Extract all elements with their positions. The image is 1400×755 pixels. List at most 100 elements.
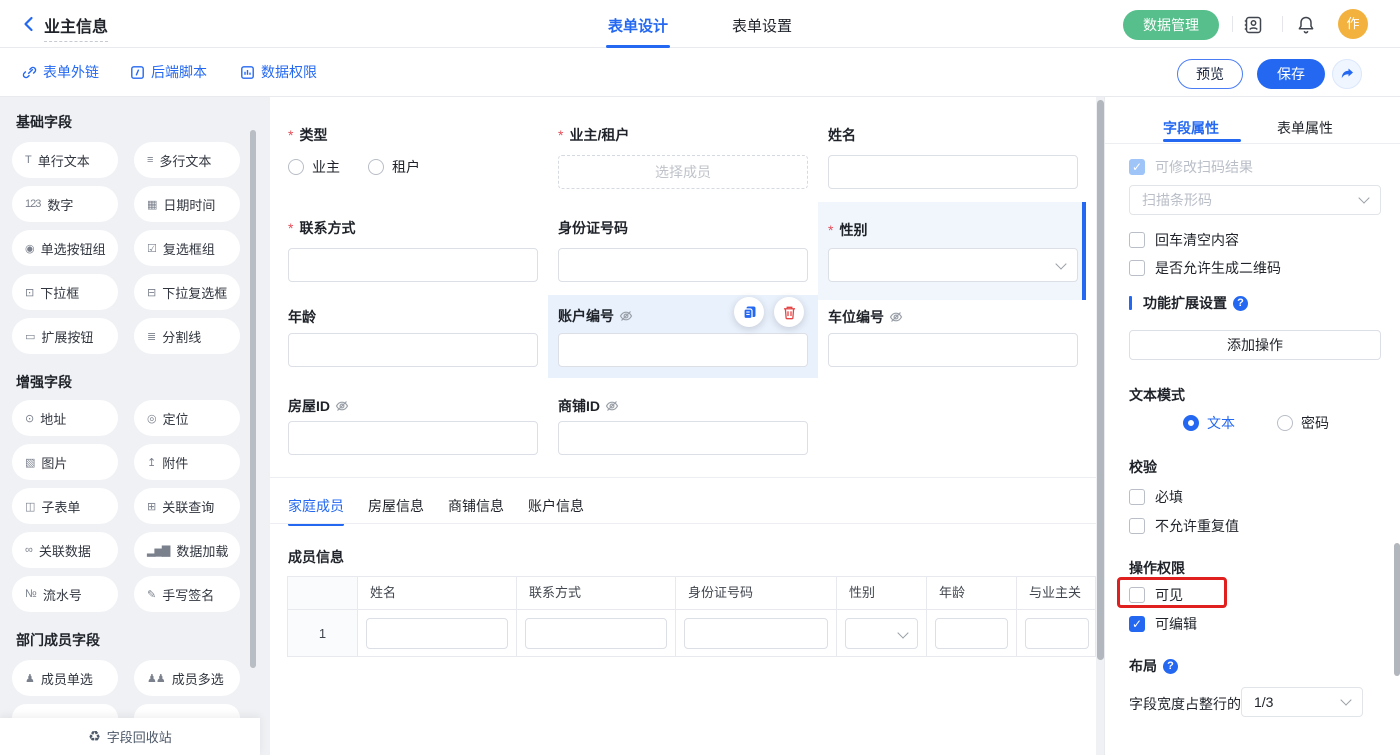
checkbox-unchecked[interactable]: [1129, 232, 1145, 248]
back-icon[interactable]: [20, 15, 38, 33]
checkbox-modify-scan-result[interactable]: ✓ 可修改扫码结果: [1129, 157, 1253, 177]
col-relation: 与业主关: [1017, 577, 1096, 609]
checkbox-unchecked[interactable]: [1129, 489, 1145, 505]
cell-id-number-input[interactable]: [684, 618, 828, 649]
field-item-datetime[interactable]: ▦日期时间: [134, 186, 240, 222]
field-item-clipped[interactable]: [134, 704, 240, 718]
scan-mode-select[interactable]: 扫描条形码: [1129, 185, 1381, 215]
field-item-number[interactable]: 123数字: [12, 186, 118, 222]
cell-age-input[interactable]: [935, 618, 1008, 649]
field-item-extend-button[interactable]: ▭扩展按钮: [12, 318, 118, 354]
field-item-address[interactable]: ⊙地址: [12, 400, 118, 436]
checkbox-checked[interactable]: ✓: [1129, 616, 1145, 632]
multi-line-text-icon: ≡: [147, 154, 152, 166]
field-recycle-bin[interactable]: ♻ 字段回收站: [0, 718, 260, 755]
field-item-radio-group[interactable]: ◉单选按钮组: [12, 230, 118, 266]
backend-script-link[interactable]: 后端脚本: [130, 62, 207, 82]
subtab-family-members[interactable]: 家庭成员: [288, 496, 344, 526]
radio-circle[interactable]: [368, 159, 384, 175]
subtab-account-info[interactable]: 账户信息: [528, 496, 584, 526]
cell-gender: [837, 609, 927, 656]
radio-text-mode-password[interactable]: 密码: [1277, 413, 1329, 433]
field-item-member-multi[interactable]: ♟♟成员多选: [134, 660, 240, 696]
cell-gender-select[interactable]: [845, 618, 918, 649]
field-item-dropdown[interactable]: ⊡下拉框: [12, 274, 118, 310]
cell-relation-input[interactable]: [1025, 618, 1089, 649]
field-item-divider-line[interactable]: ≣分割线: [134, 318, 240, 354]
age-input[interactable]: [288, 333, 538, 367]
checkbox-unchecked[interactable]: [1129, 518, 1145, 534]
name-input[interactable]: [828, 155, 1078, 189]
field-item-signature[interactable]: ✎手写签名: [134, 576, 240, 612]
help-icon[interactable]: ?: [1163, 659, 1178, 674]
field-item-single-line-text[interactable]: T单行文本: [12, 142, 118, 178]
preview-button[interactable]: 预览: [1177, 59, 1243, 89]
tab-field-properties[interactable]: 字段属性: [1163, 118, 1219, 138]
radio-tenant[interactable]: 租户: [368, 157, 420, 177]
account-input[interactable]: [558, 333, 808, 367]
field-item-data-load[interactable]: ▂▅▇数据加载: [134, 532, 240, 568]
copy-field-button[interactable]: [734, 297, 764, 327]
checkbox-allow-qrcode[interactable]: 是否允许生成二维码: [1129, 258, 1281, 278]
shop-id-input[interactable]: [558, 421, 808, 455]
field-width-select[interactable]: 1/3: [1241, 687, 1363, 717]
contacts-book-icon[interactable]: [1243, 15, 1263, 35]
cell-name-input[interactable]: [366, 618, 508, 649]
field-item-linked-query[interactable]: ⊞关联查询: [134, 488, 240, 524]
tab-form-design[interactable]: 表单设计: [608, 15, 668, 36]
member-picker-input[interactable]: 选择成员: [558, 155, 808, 189]
active-tab-underline: [1163, 139, 1241, 142]
contact-input[interactable]: [288, 248, 538, 282]
field-item-location[interactable]: ◎定位: [134, 400, 240, 436]
panel-scrollbar[interactable]: [1394, 543, 1400, 676]
subtab-house-info[interactable]: 房屋信息: [368, 496, 424, 526]
checkbox-required[interactable]: 必填: [1129, 487, 1183, 507]
radio-text-mode-text[interactable]: 文本: [1183, 413, 1235, 433]
id-number-input[interactable]: [558, 248, 808, 282]
field-type-radios: 业主 租户: [288, 157, 420, 177]
checkbox-clear-on-enter[interactable]: 回车清空内容: [1129, 230, 1239, 250]
gender-field-selected[interactable]: *性别: [818, 202, 1086, 300]
field-item-clipped[interactable]: [12, 704, 118, 718]
radio-selected[interactable]: [1183, 415, 1199, 431]
field-item-attachment[interactable]: ↥附件: [134, 444, 240, 480]
checkbox-editable[interactable]: ✓ 可编辑: [1129, 614, 1197, 634]
save-button[interactable]: 保存: [1257, 59, 1325, 89]
checkbox-unchecked[interactable]: [1129, 587, 1145, 603]
help-icon[interactable]: ?: [1233, 296, 1248, 311]
account-field-hovered[interactable]: 账户编号: [548, 295, 818, 378]
notification-bell-icon[interactable]: [1296, 15, 1316, 35]
field-item-checkbox-group[interactable]: ☑复选框组: [134, 230, 240, 266]
tab-form-properties[interactable]: 表单属性: [1277, 118, 1333, 138]
delete-field-button[interactable]: [774, 297, 804, 327]
tab-form-settings[interactable]: 表单设置: [732, 15, 792, 36]
radio-circle[interactable]: [288, 159, 304, 175]
cell-contact-input[interactable]: [525, 618, 667, 649]
sidebar-scrollbar[interactable]: [250, 130, 256, 668]
checkbox-visible[interactable]: 可见: [1129, 585, 1183, 605]
field-item-subform[interactable]: ◫子表单: [12, 488, 118, 524]
field-item-multi-line-text[interactable]: ≡多行文本: [134, 142, 240, 178]
canvas-scrollbar[interactable]: [1097, 100, 1104, 660]
field-item-linked-data[interactable]: ∞关联数据: [12, 532, 118, 568]
gender-select[interactable]: [828, 248, 1078, 282]
house-id-input[interactable]: [288, 421, 538, 455]
eye-off-icon: [605, 399, 619, 413]
radio-circle[interactable]: [1277, 415, 1293, 431]
field-item-serial-number[interactable]: №流水号: [12, 576, 118, 612]
radio-owner[interactable]: 业主: [288, 157, 340, 177]
parking-input[interactable]: [828, 333, 1078, 367]
form-external-link[interactable]: 表单外链: [22, 62, 99, 82]
field-item-multi-dropdown[interactable]: ⊟下拉复选框: [134, 274, 240, 310]
checkbox-no-duplicate[interactable]: 不允许重复值: [1129, 516, 1239, 536]
checkbox-checked-disabled[interactable]: ✓: [1129, 159, 1145, 175]
field-item-member-single[interactable]: ♟成员单选: [12, 660, 118, 696]
avatar[interactable]: 作: [1338, 9, 1368, 39]
data-permission-link[interactable]: 数据权限: [240, 62, 317, 82]
checkbox-unchecked[interactable]: [1129, 260, 1145, 276]
data-manage-button[interactable]: 数据管理: [1123, 10, 1219, 40]
add-action-button[interactable]: 添加操作: [1129, 330, 1381, 360]
share-button[interactable]: [1332, 59, 1362, 89]
field-item-image[interactable]: ▧图片: [12, 444, 118, 480]
subtab-shop-info[interactable]: 商铺信息: [448, 496, 504, 526]
